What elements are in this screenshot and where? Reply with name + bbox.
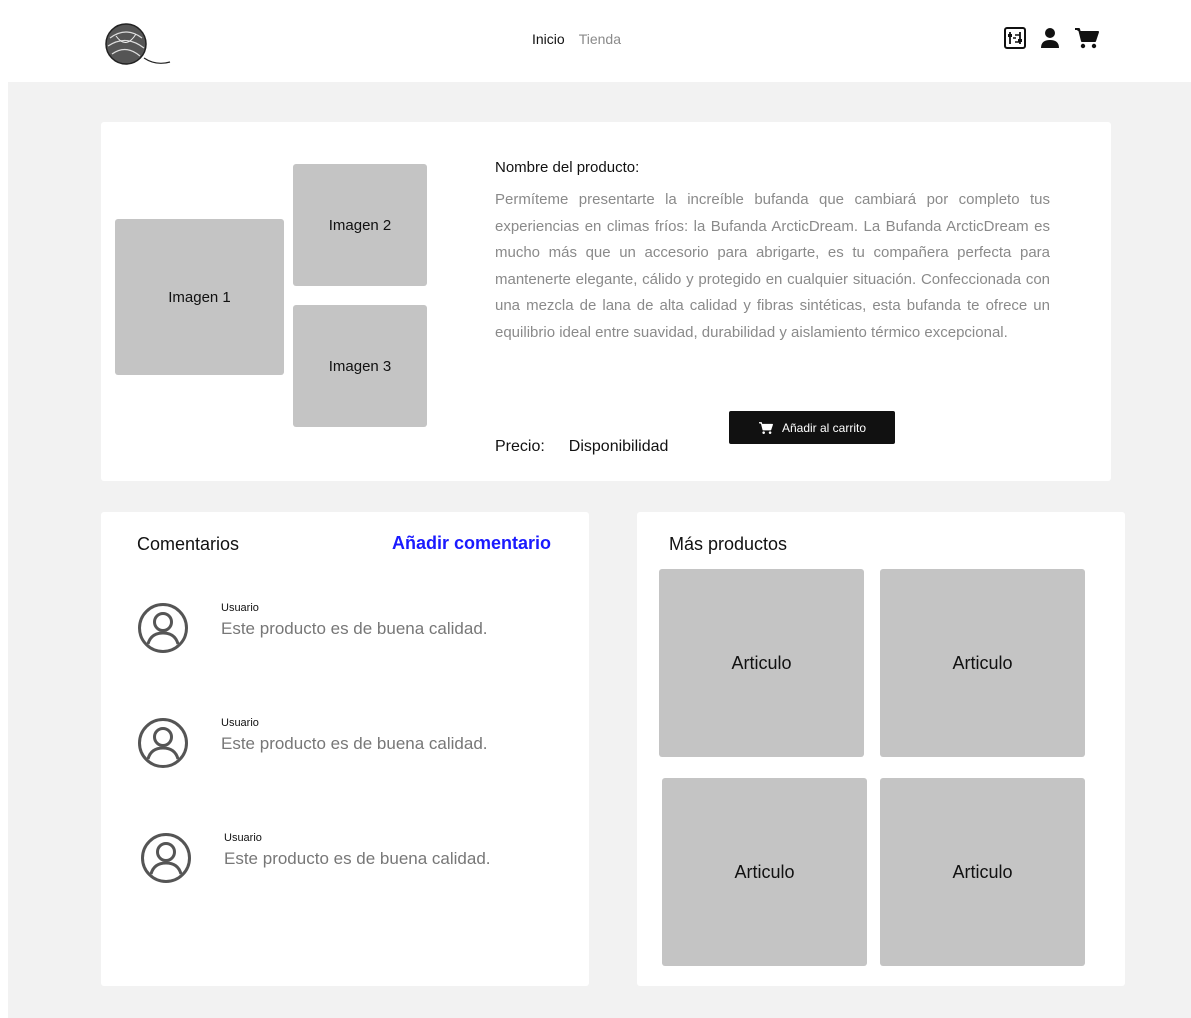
comment-user: Usuario xyxy=(224,832,262,844)
add-to-cart-label: Añadir al carrito xyxy=(781,420,867,435)
product-image-1[interactable]: Imagen 1 xyxy=(115,219,284,375)
cart-icon xyxy=(758,421,773,434)
comment-user: Usuario xyxy=(221,602,259,614)
comment-text: Este producto es de buena calidad. xyxy=(221,619,488,638)
site-header: Inicio Tienda xyxy=(0,0,1191,82)
product-tile[interactable]: Articulo xyxy=(880,778,1085,966)
avatar-icon xyxy=(138,603,188,653)
comments-card: Comentarios Añadir comentario Usuario Es… xyxy=(101,512,589,986)
product-tile[interactable]: Articulo xyxy=(880,569,1085,757)
user-icon[interactable] xyxy=(1040,27,1060,49)
comment-user: Usuario xyxy=(221,717,259,729)
product-name-label: Nombre del producto: xyxy=(495,159,640,176)
product-detail-card: Imagen 1 Imagen 2 Imagen 3 Nombre del pr… xyxy=(101,122,1111,481)
comment-text: Este producto es de buena calidad. xyxy=(224,849,491,868)
more-products-card: Más productos Articulo Articulo Articulo… xyxy=(637,512,1125,986)
product-image-3[interactable]: Imagen 3 xyxy=(293,305,427,427)
product-tile[interactable]: Articulo xyxy=(659,569,864,757)
nav-item-inicio[interactable]: Inicio xyxy=(532,31,565,47)
availability-label: Disponibilidad xyxy=(568,438,669,455)
logo-icon[interactable] xyxy=(86,6,186,72)
product-tile[interactable]: Articulo xyxy=(662,778,867,966)
comments-title: Comentarios xyxy=(137,534,240,554)
header-actions xyxy=(1004,26,1100,50)
main-nav: Inicio Tienda xyxy=(532,31,621,47)
add-to-cart-button[interactable]: Añadir al carrito xyxy=(729,411,895,444)
product-description: Permíteme presentarte la increíble bufan… xyxy=(495,191,1050,341)
cart-icon[interactable] xyxy=(1074,26,1100,50)
more-products-title: Más productos xyxy=(669,534,788,554)
avatar-icon xyxy=(141,833,191,883)
price-row: Precio: Disponibilidad xyxy=(495,438,668,456)
avatar-icon xyxy=(138,718,188,768)
product-image-2[interactable]: Imagen 2 xyxy=(293,164,427,286)
price-label: Precio: xyxy=(495,438,545,455)
comment-text: Este producto es de buena calidad. xyxy=(221,734,488,753)
customize-icon[interactable] xyxy=(1004,27,1026,49)
nav-item-tienda[interactable]: Tienda xyxy=(579,31,621,47)
add-comment-link[interactable]: Añadir comentario xyxy=(392,533,551,554)
